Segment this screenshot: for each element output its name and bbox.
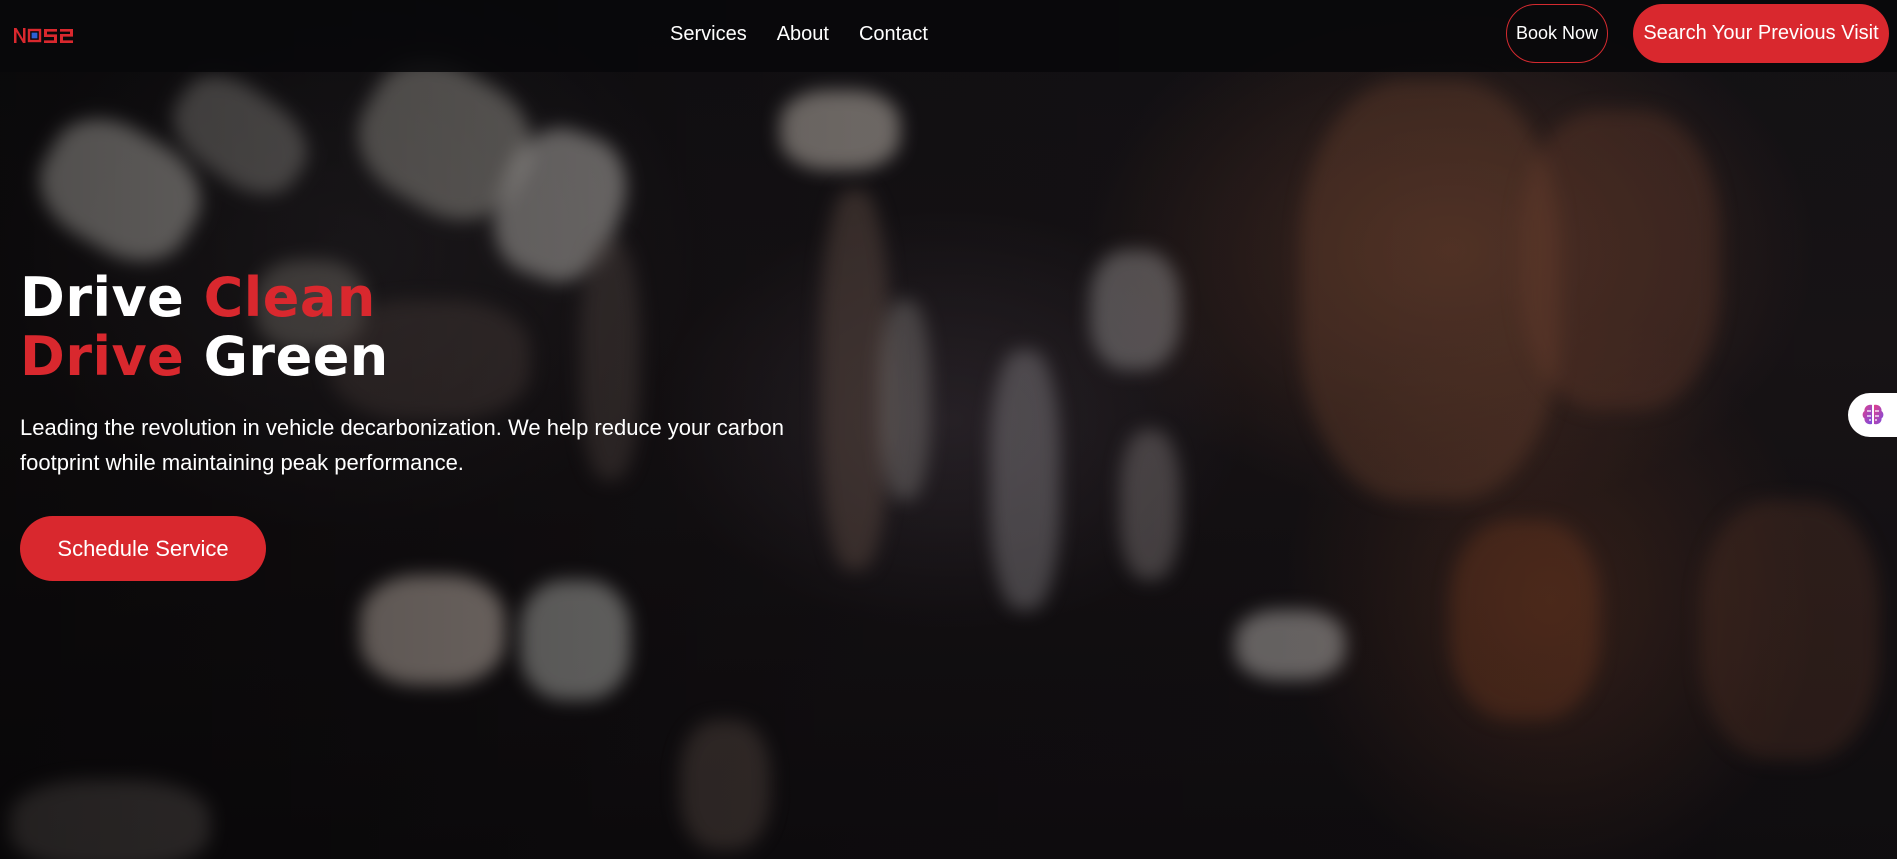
nav-services-link[interactable]: Services [670,23,747,46]
nos2-logo-icon [14,28,73,43]
hero-headline: Drive Clean Drive Green [20,268,840,386]
headline-line-1: Drive Clean [20,266,376,329]
headline-word-clean: Clean [203,266,376,329]
headline-line-2: Drive Green [20,325,389,388]
brand-logo[interactable] [12,24,88,46]
floating-side-widget[interactable] [1848,393,1897,437]
nav-contact-link[interactable]: Contact [859,23,928,46]
headline-word-green: Green [203,325,389,388]
book-now-button[interactable]: Book Now [1506,4,1608,63]
hero-description: Leading the revolution in vehicle decarb… [20,415,784,475]
headline-word-drive-red: Drive [20,325,185,388]
hero-section: Drive Clean Drive Green Leading the revo… [20,268,840,581]
schedule-service-button[interactable]: Schedule Service [20,516,266,581]
headline-word-drive: Drive [20,266,185,329]
main-nav: Services About Contact [670,0,928,68]
top-navbar: Services About Contact Book Now Search Y… [0,0,1897,72]
search-previous-visit-button[interactable]: Search Your Previous Visit [1633,4,1889,63]
brain-icon [1862,404,1884,425]
nav-about-link[interactable]: About [777,23,829,46]
